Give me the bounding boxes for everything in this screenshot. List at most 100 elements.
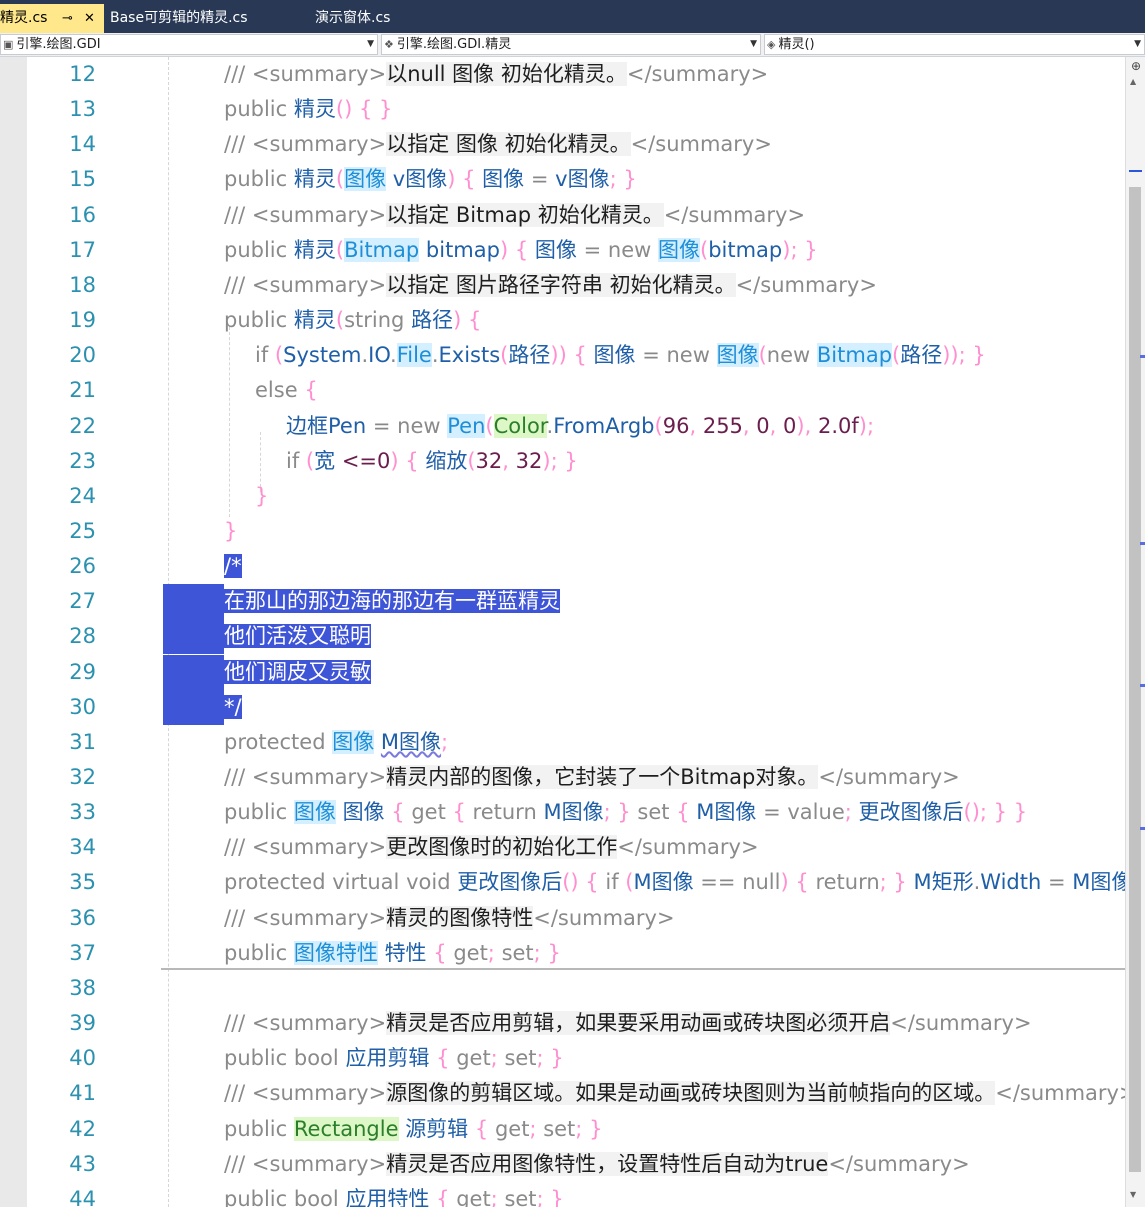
code-text: protected 图像 M图像; (224, 725, 448, 760)
code-line[interactable]: 43 /// <summary>精灵是否应用图像特性，设置特性后自动为true</… (0, 1147, 1125, 1182)
code-line[interactable]: 37 public 图像特性 特性 { get; set; } (0, 936, 1125, 971)
project-dropdown[interactable]: ▣ 引擎.绘图.GDI ▼ (0, 34, 378, 55)
keyword-token: return (815, 870, 880, 895)
punctuation-token: ) (390, 448, 399, 473)
keyword-token: else (255, 378, 298, 403)
code-token: = (583, 237, 602, 262)
keyword-token: set (504, 1046, 537, 1071)
code-line[interactable]: 16 /// <summary>以指定 Bitmap 初始化精灵。</summar… (0, 198, 1125, 233)
doc-comment-text: 精灵是否应用图像特性，设置特性后自动为true (386, 1151, 829, 1176)
code-line[interactable]: 24} (0, 479, 1125, 514)
doc-comment-tag: </summary> (663, 202, 806, 227)
code-line[interactable]: 17 public 精灵(Bitmap bitmap) { 图像 = new 图像… (0, 233, 1125, 268)
identifier-token: 精灵 (293, 167, 336, 192)
code-line[interactable]: 41 /// <summary>源图像的剪辑区域。如果是动画或砖块图则为当前帧指向… (0, 1076, 1125, 1111)
line-number: 25 (69, 518, 96, 543)
code-line[interactable]: 26 /* (0, 549, 1125, 584)
code-line[interactable]: 42 public Rectangle 源剪辑 { get; set; } (0, 1112, 1125, 1147)
keyword-token: get (494, 1116, 530, 1141)
code-line[interactable]: 12 /// <summary>以null 图像 初始化精灵。</summary> (0, 57, 1125, 92)
identifier-token: 特性 (384, 940, 427, 965)
doc-comment-tag: </summary> (630, 132, 772, 157)
code-editor[interactable]: 12/// <summary>以null 图像 初始化精灵。</summary>… (0, 57, 1125, 1207)
punctuation-token: ) (499, 237, 509, 262)
keyword-token: value (787, 800, 845, 825)
keyword-token: public (224, 1186, 288, 1207)
punctuation-token: { (467, 308, 482, 333)
code-line[interactable]: 29 他们调皮又灵敏 (0, 654, 1125, 690)
code-line[interactable]: 22 边框Pen = new Pen(Color.FromArgb(96, 255… (0, 409, 1125, 444)
pin-icon[interactable]: ⊸ (62, 4, 73, 33)
code-text: /* (224, 549, 242, 584)
code-text: /// <summary>精灵的图像特性</summary> (224, 901, 675, 936)
scroll-down-icon[interactable]: ▼ (1130, 1190, 1136, 1199)
line-number: 16 (69, 202, 96, 227)
number-token: <=0 (341, 448, 391, 473)
code-line[interactable]: 38 (0, 971, 1125, 1006)
split-icon[interactable]: ⊕ (1128, 59, 1144, 73)
keyword-token: set (637, 800, 670, 825)
line-number: 41 (69, 1081, 96, 1106)
code-line[interactable]: 28 他们活泼又聪明 (0, 619, 1125, 655)
code-line[interactable]: 33 public 图像 图像 { get { return M图像; } set… (0, 795, 1125, 830)
punctuation-token: } (993, 800, 1008, 825)
scroll-up-icon[interactable]: ▲ (1130, 77, 1136, 86)
tab-sprite-cs[interactable]: 精灵.cs ⊸ ✕ (0, 4, 104, 33)
code-line[interactable]: 25} (0, 514, 1125, 549)
method-separator (161, 968, 1125, 970)
code-line[interactable]: 20 if (System.IO.File.Exists(路径)) { 图像 = … (0, 338, 1125, 373)
vertical-scrollbar[interactable]: ⊕ ▲ ▼ (1125, 57, 1145, 1207)
scroll-thumb[interactable] (1129, 187, 1141, 1172)
code-line[interactable]: 31 protected 图像 M图像; (0, 725, 1125, 760)
code-line[interactable]: 21 else { (0, 373, 1125, 408)
doc-comment-text: 精灵内部的图像，它封装了一个Bitmap对象。 (386, 765, 819, 789)
number-token: 0 (783, 413, 797, 438)
punctuation-token: { (462, 167, 476, 192)
tab-demo-form-cs[interactable]: 演示窗体.cs (315, 4, 390, 33)
method-icon: ◈ (767, 38, 776, 51)
selection-highlight (163, 689, 224, 725)
code-text: public 图像 图像 { get { return M图像; } set {… (224, 795, 1027, 830)
keyword-token: get (456, 1186, 491, 1207)
code-line[interactable]: 30 */ (0, 689, 1125, 725)
code-line[interactable]: 23 if (宽 <=0) { 缩放(32, 32); } (0, 444, 1125, 479)
code-line[interactable]: 35 protected virtual void 更改图像后() { if (M… (0, 865, 1125, 900)
code-line[interactable]: 15 public 精灵(图像 v图像) { 图像 = v图像; } (0, 162, 1125, 197)
code-line[interactable]: 13 public 精灵() { } (0, 92, 1125, 127)
doc-comment-tag: </summary> (735, 272, 877, 297)
code-line[interactable]: 36 /// <summary>精灵的图像特性</summary> (0, 901, 1125, 936)
code-line[interactable]: 19 public 精灵(string 路径) { (0, 303, 1125, 338)
keyword-token: set (501, 940, 534, 965)
code-line[interactable]: 14 /// <summary>以指定 图像 初始化精灵。</summary> (0, 127, 1125, 162)
identifier-token: 边框Pen (286, 413, 367, 438)
punctuation-token: } (972, 343, 986, 368)
code-line[interactable]: 27 在那山的那边海的那边有一群蓝精灵 (0, 584, 1125, 620)
code-line[interactable]: 40 public bool 应用剪辑 { get; set; } (0, 1041, 1125, 1076)
member-dropdown[interactable]: ◈ 精灵() ▼ (764, 34, 1145, 55)
doc-comment-tag: <summary> (251, 132, 387, 157)
code-line[interactable]: 39 /// <summary>精灵是否应用剪辑，如果要采用动画或砖块图必须开启<… (0, 1006, 1125, 1041)
code-line[interactable]: 18 /// <summary>以指定 图片路径字符串 初始化精灵。</summa… (0, 268, 1125, 303)
punctuation-token: , (502, 448, 509, 473)
line-number: 26 (69, 554, 96, 579)
tab-base-clip-sprite-cs[interactable]: Base可剪辑的精灵.cs (110, 4, 248, 33)
line-number: 34 (69, 835, 96, 860)
doc-comment-tag: <summary> (251, 1011, 387, 1036)
selection-highlight (163, 584, 224, 620)
code-line[interactable]: 34 /// <summary>更改图像时的初始化工作</summary> (0, 830, 1125, 865)
selection-highlight (163, 619, 224, 655)
code-line[interactable]: 32 /// <summary>精灵内部的图像，它封装了一个Bitmap对象。</… (0, 760, 1125, 795)
type-dropdown[interactable]: ❖ 引擎.绘图.GDI.精灵 ▼ (381, 34, 761, 55)
close-icon[interactable]: ✕ (84, 4, 95, 33)
code-text: /// <summary>精灵是否应用图像特性，设置特性后自动为true</su… (224, 1147, 970, 1182)
code-line[interactable]: 44 public bool 应用特性 { get; set; } (0, 1182, 1125, 1207)
identifier-token: 精灵 (293, 97, 336, 122)
punctuation-token: ); (542, 448, 558, 473)
chevron-down-icon: ▼ (750, 39, 757, 49)
doc-comment-tag: /// (224, 62, 246, 86)
